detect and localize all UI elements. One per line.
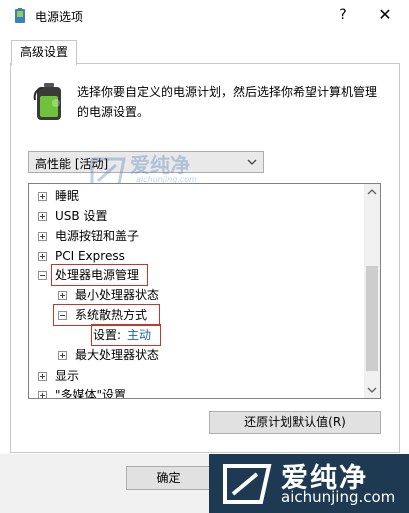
battery-icon: [33, 83, 61, 120]
vertical-scrollbar[interactable]: [364, 184, 380, 398]
chevron-down-icon: [247, 159, 257, 165]
collapse-icon[interactable]: [38, 271, 47, 280]
description-text: 选择你要自定义的电源计划，然后选择你希望计算机管理的电源设置。: [77, 85, 378, 119]
expand-icon[interactable]: [58, 351, 67, 360]
scrollbar-thumb[interactable]: [366, 266, 378, 371]
restore-defaults-button[interactable]: 还原计划默认值(R): [209, 411, 381, 434]
expand-icon[interactable]: [38, 212, 47, 221]
tree-item-cooling-policy[interactable]: 系统散热方式: [58, 305, 338, 325]
tree-item-pci-express[interactable]: PCI Express: [38, 246, 338, 266]
expand-icon[interactable]: [58, 291, 67, 300]
expand-icon[interactable]: [38, 252, 47, 261]
expand-icon[interactable]: [38, 232, 47, 241]
watermark-url: aichunjing.com: [281, 488, 396, 506]
tree-item-sleep[interactable]: 睡眠: [38, 186, 338, 206]
ok-button[interactable]: 确定: [126, 466, 211, 490]
setting-value[interactable]: 主动: [127, 325, 151, 345]
power-options-icon: [15, 8, 25, 23]
scroll-down-icon[interactable]: [364, 382, 380, 398]
tree-item-min-processor-state[interactable]: 最小处理器状态: [58, 285, 338, 305]
expand-icon[interactable]: [38, 391, 47, 398]
collapse-icon[interactable]: [58, 311, 67, 320]
tree-item-multimedia[interactable]: "多媒体"设置: [38, 385, 338, 398]
watermark-banner: 爱纯净 aichunjing.com: [209, 454, 409, 513]
watermark-text: 爱纯净: [130, 153, 190, 177]
close-button[interactable]: ✕: [374, 4, 396, 26]
scroll-up-icon[interactable]: [364, 184, 380, 200]
expand-icon[interactable]: [38, 192, 47, 201]
help-button[interactable]: ?: [333, 4, 353, 26]
window-title: 电源选项: [35, 10, 84, 24]
settings-tree[interactable]: 睡眠 USB 设置 电源按钮和盖子 PCI Express 处理器电源管理 最小…: [28, 183, 381, 399]
tab-advanced-settings[interactable]: 高级设置: [11, 40, 77, 65]
tree-item-processor-power[interactable]: 处理器电源管理: [38, 265, 338, 285]
tree-item-usb[interactable]: USB 设置: [38, 206, 338, 226]
tree-item-setting[interactable]: 设置: 主动: [93, 325, 293, 345]
tree-item-max-processor-state[interactable]: 最大处理器状态: [58, 345, 338, 365]
expand-icon[interactable]: [38, 372, 47, 381]
title-bar: 电源选项 ? ✕: [0, 0, 409, 31]
watermark-logo-icon: [223, 464, 272, 504]
tree-item-power-buttons[interactable]: 电源按钮和盖子: [38, 226, 338, 246]
tree-item-display[interactable]: 显示: [38, 366, 338, 386]
